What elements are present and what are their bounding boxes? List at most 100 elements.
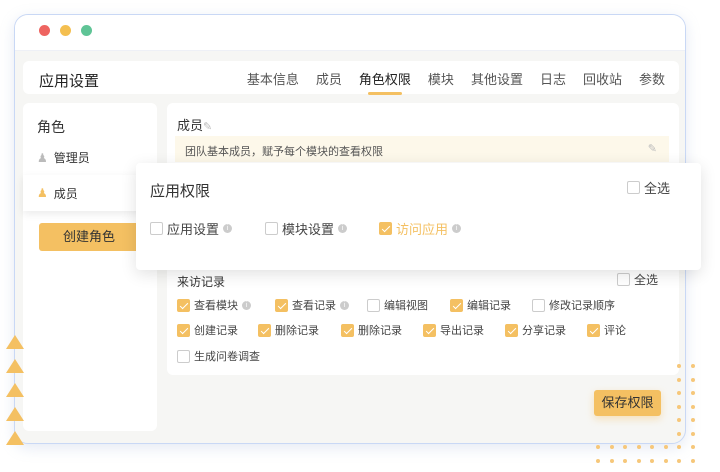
dot — [690, 458, 695, 463]
checkbox-label: 修改记录顺序 — [549, 300, 615, 312]
checkbox[interactable] — [450, 298, 463, 312]
checkbox[interactable] — [341, 323, 354, 337]
checkbox[interactable] — [177, 349, 190, 363]
dot — [663, 445, 668, 449]
checkbox-label: 全选 — [634, 273, 659, 287]
popup-select-all-checkbox[interactable]: 全选 — [627, 178, 670, 197]
role-name-heading: 成员✎ — [177, 115, 212, 134]
permission-checkbox[interactable]: 分享记录 — [505, 322, 566, 338]
tab-role-permissions[interactable]: 角色权限 — [359, 69, 411, 95]
permission-checkbox[interactable]: 生成问卷调查 — [177, 348, 260, 364]
dot — [663, 458, 668, 463]
triangle-icon — [6, 407, 24, 421]
popup-title: 应用权限 — [150, 183, 211, 200]
checkbox-label: 查看记录 — [292, 300, 336, 312]
checkbox-label: 访问应用 — [396, 222, 449, 237]
minimize-window-button[interactable] — [60, 25, 71, 36]
permission-checkbox[interactable]: 修改记录顺序 — [532, 297, 615, 313]
close-window-button[interactable] — [39, 25, 50, 36]
dot — [650, 445, 654, 449]
permission-checkbox[interactable]: 编辑视图 — [367, 297, 428, 313]
permission-checkbox[interactable]: 删除记录 — [258, 322, 319, 338]
dot — [690, 431, 695, 436]
checkbox[interactable] — [627, 181, 640, 194]
tab-bar: 基本信息 成员 角色权限 模块 其他设置 日志 回收站 参数 — [230, 69, 665, 95]
checkbox[interactable] — [150, 222, 163, 235]
dot — [677, 404, 681, 409]
tab-members[interactable]: 成员 — [316, 69, 342, 92]
triangle-icon — [6, 335, 24, 349]
info-icon[interactable]: i — [340, 300, 349, 310]
checkbox[interactable] — [177, 298, 190, 312]
permission-checkbox[interactable]: 编辑记录 — [450, 297, 511, 313]
checkbox[interactable] — [177, 323, 190, 337]
dot — [677, 377, 681, 382]
dot — [677, 431, 681, 436]
info-icon[interactable]: i — [242, 300, 251, 310]
triangle-icon — [6, 383, 24, 397]
module-settings-checkbox[interactable]: 模块设置 i — [265, 219, 348, 238]
triangle-icon — [6, 359, 24, 373]
edit-pencil-icon[interactable]: ✎ — [203, 121, 212, 133]
section-select-all-checkbox[interactable]: 全选 — [617, 271, 658, 288]
title-bar — [15, 15, 685, 51]
info-icon[interactable]: i — [452, 224, 462, 233]
tab-parameters[interactable]: 参数 — [639, 69, 665, 92]
tab-other-settings[interactable]: 其他设置 — [471, 69, 523, 92]
tab-modules[interactable]: 模块 — [428, 69, 454, 92]
access-app-checkbox[interactable]: 访问应用 i — [379, 219, 462, 238]
checkbox-label: 编辑视图 — [384, 300, 428, 312]
checkbox-label: 删除记录 — [358, 325, 402, 337]
tab-logs[interactable]: 日志 — [540, 69, 566, 92]
checkbox[interactable] — [505, 323, 518, 337]
checkbox[interactable] — [587, 323, 600, 337]
dot — [690, 391, 695, 395]
checkbox-label: 查看模块 — [194, 300, 238, 312]
checkbox-label: 删除记录 — [275, 325, 319, 337]
permission-checkbox[interactable]: 创建记录 — [177, 322, 238, 338]
checkbox[interactable] — [275, 298, 288, 312]
permission-checkbox[interactable]: 导出记录 — [423, 322, 484, 338]
sidebar-title: 角色 — [37, 119, 65, 135]
tab-basic-info[interactable]: 基本信息 — [247, 69, 299, 92]
edit-pencil-icon[interactable]: ✎ — [648, 142, 657, 155]
dot — [609, 445, 614, 449]
checkbox[interactable] — [265, 222, 278, 235]
checkbox-label: 创建记录 — [194, 325, 238, 337]
checkbox[interactable] — [617, 273, 630, 286]
info-icon[interactable]: i — [223, 224, 233, 233]
dot — [596, 445, 600, 449]
app-settings-checkbox[interactable]: 应用设置 i — [150, 219, 233, 238]
tab-recycle-bin[interactable]: 回收站 — [583, 69, 622, 92]
page-title: 应用设置 — [39, 73, 100, 90]
dot — [690, 364, 695, 368]
dot — [596, 458, 600, 463]
dot — [636, 445, 641, 449]
checkbox[interactable] — [258, 323, 271, 337]
checkbox-label: 模块设置 — [282, 222, 335, 237]
dot — [677, 418, 681, 422]
dot — [650, 458, 654, 463]
role-label: 成员 — [53, 186, 78, 201]
checkbox-label: 全选 — [644, 181, 671, 196]
app-permissions-popup: 应用权限 全选 应用设置 i 模块设置 i 访问应用 i — [136, 163, 701, 270]
permission-checkbox[interactable]: 查看模块 i — [177, 297, 251, 313]
permission-checkbox[interactable]: 评论 — [587, 322, 626, 338]
checkbox-label: 导出记录 — [440, 325, 484, 337]
info-icon[interactable]: i — [338, 224, 348, 233]
create-role-button[interactable]: 创建角色 — [39, 223, 139, 251]
checkbox[interactable] — [367, 298, 380, 312]
checkbox[interactable] — [532, 298, 545, 312]
checkbox[interactable] — [379, 222, 392, 235]
role-label: 管理员 — [53, 151, 90, 165]
checkbox-label: 分享记录 — [522, 325, 566, 337]
header-bar: 应用设置 基本信息 成员 角色权限 模块 其他设置 日志 回收站 参数 — [23, 61, 679, 95]
triangle-icon — [6, 431, 24, 445]
checkbox-label: 生成问卷调查 — [194, 351, 260, 363]
dot — [677, 391, 681, 395]
checkbox[interactable] — [423, 323, 436, 337]
permission-checkbox[interactable]: 查看记录 i — [275, 297, 349, 313]
role-item-admin[interactable]: ♟ 管理员 — [37, 149, 90, 166]
maximize-window-button[interactable] — [81, 25, 92, 36]
permission-checkbox[interactable]: 删除记录 — [341, 322, 402, 338]
